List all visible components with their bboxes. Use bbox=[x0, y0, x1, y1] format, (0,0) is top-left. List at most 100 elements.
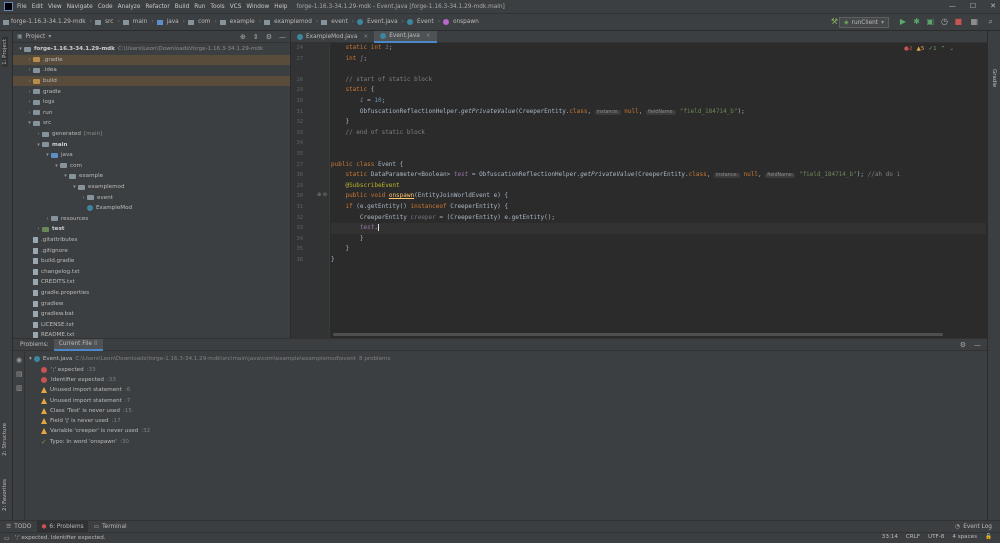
menu-help[interactable]: Help bbox=[274, 4, 287, 10]
problem-item[interactable]: ';' expected:33 bbox=[41, 365, 96, 375]
problem-item[interactable]: Unused import statement:7 bbox=[41, 395, 130, 405]
tree-item[interactable]: › event bbox=[13, 192, 290, 203]
profiler-icon[interactable]: ◷ bbox=[941, 17, 948, 26]
tree-item[interactable]: › logs bbox=[13, 97, 290, 108]
chevron-down-icon[interactable]: ▾ bbox=[17, 46, 24, 52]
tree-item[interactable]: ▾ forge-1.16.3-34.1.29-mdk C:\Users\Leon\D… bbox=[13, 44, 290, 55]
structure-tool-button[interactable]: 2: Structure bbox=[2, 423, 8, 456]
hide-icon[interactable]: — bbox=[279, 33, 286, 41]
breadcrumb-class[interactable]: Event bbox=[417, 19, 434, 25]
menu-tools[interactable]: Tools bbox=[210, 4, 224, 10]
tree-item[interactable]: changelog.txt bbox=[13, 266, 290, 277]
close-tab-icon[interactable]: × bbox=[426, 33, 431, 39]
close-icon[interactable]: ✕ bbox=[990, 2, 996, 10]
coverage-icon[interactable]: ▣ bbox=[926, 17, 934, 26]
tree-item[interactable]: .gitignore bbox=[13, 245, 290, 256]
tree-item[interactable]: ▾ java bbox=[13, 150, 290, 161]
breadcrumb-event[interactable]: event bbox=[331, 19, 348, 25]
tree-item[interactable]: LICENSE.txt bbox=[13, 319, 290, 330]
debug-icon[interactable]: ✱ bbox=[913, 17, 920, 26]
tree-item[interactable]: › resources bbox=[13, 214, 290, 225]
code-editor[interactable]: ●2 ▲5 ✓1 ⌃ ⌄ static int i; int j; // sta… bbox=[331, 43, 986, 338]
gear-icon[interactable]: ⚙ bbox=[960, 341, 966, 349]
breadcrumb-file[interactable]: Event.java bbox=[367, 19, 398, 25]
maximize-icon[interactable]: ☐ bbox=[970, 2, 976, 10]
chevron-right-icon[interactable]: › bbox=[80, 195, 87, 201]
problems-file-node[interactable]: ▾ Event.java C:\Users\Leon\Downloads\for… bbox=[29, 354, 390, 364]
close-tab-icon[interactable]: × bbox=[363, 34, 368, 40]
problem-item[interactable]: Field 'j' is never used:17 bbox=[41, 416, 121, 426]
chevron-down-icon[interactable]: ▾ bbox=[53, 163, 60, 169]
tree-item[interactable]: CREDITS.txt bbox=[13, 277, 290, 288]
gear-icon[interactable]: ⚙ bbox=[266, 33, 272, 41]
problem-item[interactable]: Class 'Test' is never used:15 bbox=[41, 406, 132, 416]
cursor-position[interactable]: 33:14 bbox=[882, 534, 898, 540]
run-icon[interactable]: ▶ bbox=[900, 17, 906, 26]
eye-icon[interactable]: ◉ bbox=[16, 356, 22, 364]
tree-item[interactable]: › gradle bbox=[13, 86, 290, 97]
tree-item[interactable]: ▾ examplemod bbox=[13, 182, 290, 193]
stop-icon[interactable]: ■ bbox=[954, 17, 962, 26]
menu-edit[interactable]: Edit bbox=[32, 4, 43, 10]
hide-icon[interactable]: — bbox=[974, 341, 981, 349]
chevron-right-icon[interactable]: › bbox=[44, 216, 51, 222]
lock-icon[interactable]: 🔓 bbox=[985, 534, 992, 540]
breadcrumb-com[interactable]: com bbox=[198, 19, 210, 25]
editor-tab-event[interactable]: Event.java × bbox=[374, 30, 437, 43]
menu-analyze[interactable]: Analyze bbox=[118, 4, 141, 10]
gutter-markers-icon[interactable]: ⊕ ⊘ bbox=[317, 192, 327, 198]
menu-run[interactable]: Run bbox=[194, 4, 205, 10]
scrollbar-thumb[interactable] bbox=[333, 333, 943, 336]
problem-item[interactable]: Identifier expected:33 bbox=[41, 375, 116, 385]
tree-item[interactable]: ExampleMod bbox=[13, 203, 290, 214]
tree-item[interactable]: › test bbox=[13, 224, 290, 235]
project-structure-icon[interactable]: ▦ bbox=[970, 17, 978, 26]
expand-icon[interactable]: ▤ bbox=[16, 370, 23, 378]
locate-icon[interactable]: ⊕ bbox=[240, 33, 246, 41]
tree-item[interactable]: › generated [main] bbox=[13, 129, 290, 140]
chevron-down-icon[interactable]: ▾ bbox=[44, 152, 51, 158]
breadcrumb-main[interactable]: main bbox=[133, 19, 147, 25]
line-separator[interactable]: CRLF bbox=[906, 534, 920, 540]
chevron-right-icon[interactable]: › bbox=[26, 78, 33, 84]
breadcrumb-method[interactable]: onspawn bbox=[453, 19, 479, 25]
chevron-down-icon[interactable]: ▾ bbox=[62, 173, 69, 179]
breadcrumb-example[interactable]: example bbox=[230, 19, 255, 25]
collapse-icon[interactable]: ▥ bbox=[16, 384, 23, 392]
tree-item[interactable]: › .gradle bbox=[13, 54, 290, 66]
chevron-right-icon[interactable]: › bbox=[26, 67, 33, 73]
todo-tool-button[interactable]: ☰ TODO bbox=[6, 524, 31, 530]
menu-refactor[interactable]: Refactor bbox=[145, 4, 169, 10]
menu-vcs[interactable]: VCS bbox=[230, 4, 242, 10]
build-hammer-icon[interactable]: ⚒ bbox=[831, 17, 838, 26]
tree-item[interactable]: ▾ com bbox=[13, 161, 290, 172]
menu-file[interactable]: File bbox=[17, 4, 27, 10]
project-tool-button[interactable]: 1: Project bbox=[2, 37, 8, 67]
menu-view[interactable]: View bbox=[48, 4, 62, 10]
gradle-tool-button[interactable]: Gradle bbox=[991, 69, 997, 87]
breadcrumb-java[interactable]: java bbox=[167, 19, 179, 25]
tree-item[interactable]: › run bbox=[13, 108, 290, 119]
problems-tool-button[interactable]: ● 6: Problems bbox=[37, 520, 88, 533]
chevron-right-icon[interactable]: › bbox=[26, 110, 33, 116]
tree-item[interactable]: gradlew.bat bbox=[13, 309, 290, 320]
minimize-icon[interactable]: — bbox=[949, 2, 956, 10]
tree-item[interactable]: ▾ main bbox=[13, 139, 290, 150]
chevron-right-icon[interactable]: › bbox=[35, 131, 42, 137]
problem-item[interactable]: Variable 'creeper' is never used:32 bbox=[41, 426, 150, 436]
favorites-tool-button[interactable]: 2: Favorites bbox=[2, 479, 8, 511]
collapse-all-icon[interactable]: ⇕ bbox=[253, 33, 259, 41]
editor-tab-examplemod[interactable]: ExampleMod.java × bbox=[291, 31, 374, 43]
menu-code[interactable]: Code bbox=[98, 4, 113, 10]
chevron-down-icon[interactable]: ▾ bbox=[71, 184, 78, 190]
search-icon[interactable]: ⌕ bbox=[989, 17, 993, 27]
menu-window[interactable]: Window bbox=[246, 4, 269, 10]
tab-current-file[interactable]: Current File 8 bbox=[53, 338, 103, 351]
breadcrumb-examplemod[interactable]: examplemod bbox=[274, 19, 312, 25]
tree-item[interactable]: ▾ src bbox=[13, 118, 290, 129]
chevron-right-icon[interactable]: › bbox=[35, 226, 42, 232]
breadcrumb-project[interactable]: forge-1.16.3-34.1.29-mdk bbox=[11, 19, 86, 25]
problem-item[interactable]: ✓ Typo: In word 'onspawn':30 bbox=[41, 437, 129, 447]
chevron-right-icon[interactable]: › bbox=[26, 57, 33, 63]
tree-item[interactable]: build.gradle bbox=[13, 256, 290, 267]
